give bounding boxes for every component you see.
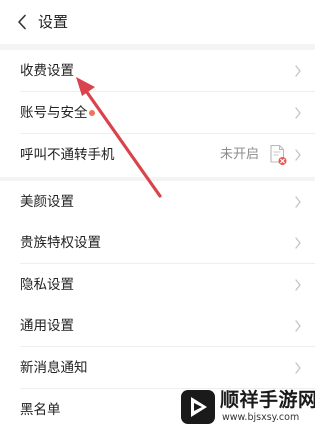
settings-item-label: 新消息通知 xyxy=(20,360,88,376)
status-text: 未开启 xyxy=(219,147,259,162)
settings-item-label: 通用设置 xyxy=(20,318,74,334)
chevron-right-icon xyxy=(295,65,301,77)
settings-item-label: 账号与安全 xyxy=(20,105,88,121)
chevron-right-icon xyxy=(295,362,301,374)
settings-item-call-forward[interactable]: 呼叫不通转手机 未开启 xyxy=(0,134,315,176)
settings-item-label: 贵族特权设置 xyxy=(20,235,101,251)
document-disabled-icon xyxy=(270,144,287,165)
settings-item-label: 收费设置 xyxy=(20,63,74,79)
settings-item-beauty[interactable]: 美颜设置 xyxy=(0,181,315,223)
chevron-left-icon[interactable] xyxy=(17,14,27,30)
notification-dot xyxy=(89,110,95,116)
settings-item-privacy[interactable]: 隐私设置 xyxy=(0,264,315,306)
chevron-right-icon xyxy=(295,279,301,291)
settings-item-label: 隐私设置 xyxy=(20,277,74,293)
watermark: 顺祥手游网 www.bjsxsy.com xyxy=(180,385,315,429)
chevron-right-icon xyxy=(295,237,301,249)
page-title: 设置 xyxy=(38,13,69,31)
watermark-title: 顺祥手游网 xyxy=(220,389,315,411)
chevron-right-icon xyxy=(295,320,301,332)
settings-page: 设置 收费设置 账号与安全 呼叫不通转手机 未开启 美颜设置 贵族特权设置 隐私… xyxy=(0,0,315,431)
settings-item-noble-privilege[interactable]: 贵族特权设置 xyxy=(0,222,315,264)
settings-item-label: 呼叫不通转手机 xyxy=(20,147,115,163)
watermark-url: www.bjsxsy.com xyxy=(222,412,300,423)
brand-logo-icon xyxy=(181,390,215,424)
chevron-right-icon xyxy=(295,149,301,161)
chevron-right-icon xyxy=(295,196,301,208)
settings-item-charge[interactable]: 收费设置 xyxy=(0,50,315,92)
settings-item-label: 黑名单 xyxy=(20,402,61,418)
settings-item-new-message-notify[interactable]: 新消息通知 xyxy=(0,347,315,389)
settings-item-label: 美颜设置 xyxy=(20,194,74,210)
settings-item-general[interactable]: 通用设置 xyxy=(0,305,315,347)
top-bar: 设置 xyxy=(0,0,315,44)
chevron-right-icon xyxy=(295,107,301,119)
settings-item-account-security[interactable]: 账号与安全 xyxy=(0,92,315,134)
